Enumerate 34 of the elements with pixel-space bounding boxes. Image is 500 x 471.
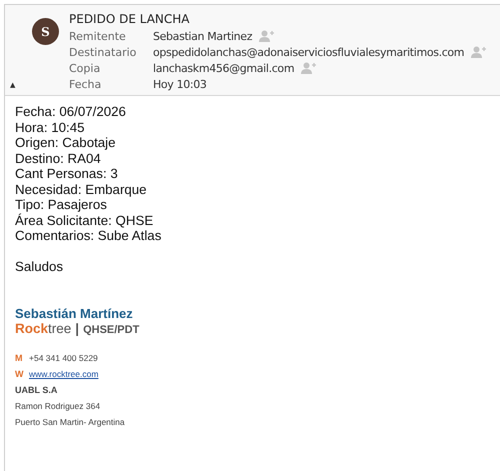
contact-letter: M (15, 353, 23, 363)
sender-avatar: S (32, 18, 59, 45)
field-label: Fecha (69, 78, 102, 90)
body-text: Origen: Cabotaje (15, 135, 117, 150)
body-text: Hora: 10:45 (15, 120, 86, 135)
message-subject: PEDIDO DE LANCHA (69, 12, 190, 26)
add-contact-icon[interactable] (259, 30, 276, 42)
address-line: Puerto San Martin- Argentina (15, 416, 126, 429)
signature-name: Sebastián Martínez (15, 306, 134, 321)
field-label: Copia (69, 62, 102, 74)
body-text: Saludos (15, 258, 64, 274)
body-text: Tipo: Pasajeros (15, 197, 108, 212)
add-contact-icon[interactable] (471, 46, 488, 58)
field-label: Destinatario (69, 46, 138, 58)
company-brand: Rocktree (15, 321, 72, 336)
body-text: Fecha: 06/07/2026 (15, 104, 127, 120)
body-text: Destino: RA04 (15, 150, 102, 166)
body-text: Necesidad: Embarque (15, 182, 148, 197)
body-text: Cant Personas: 3 (15, 166, 119, 182)
address-line: Ramon Rodriguez 364 (15, 400, 102, 413)
field-label: Remitente (69, 30, 127, 42)
phone-number: +54 341 400 5229 (29, 353, 98, 363)
website-link[interactable]: www.rocktree.com (29, 369, 98, 379)
company-name: UABL S.A (15, 384, 58, 397)
body-text: Comentarios: Sube Atlas (15, 228, 162, 244)
separator-text: | (75, 321, 80, 336)
field-value: lanchaskm456@gmail.com (153, 62, 294, 74)
field-value: Sebastian Martinez (153, 30, 252, 42)
contact-letter: W (15, 369, 23, 379)
body-text: Área Solicitante: QHSE (15, 212, 154, 228)
field-value: opspedidolanchas@adonaiserviciosfluvialesymaritimos.com (153, 46, 464, 58)
add-contact-icon[interactable] (301, 62, 318, 74)
department-text: QHSE/PDT (83, 324, 140, 336)
field-value: Hoy 10:03 (153, 78, 207, 90)
